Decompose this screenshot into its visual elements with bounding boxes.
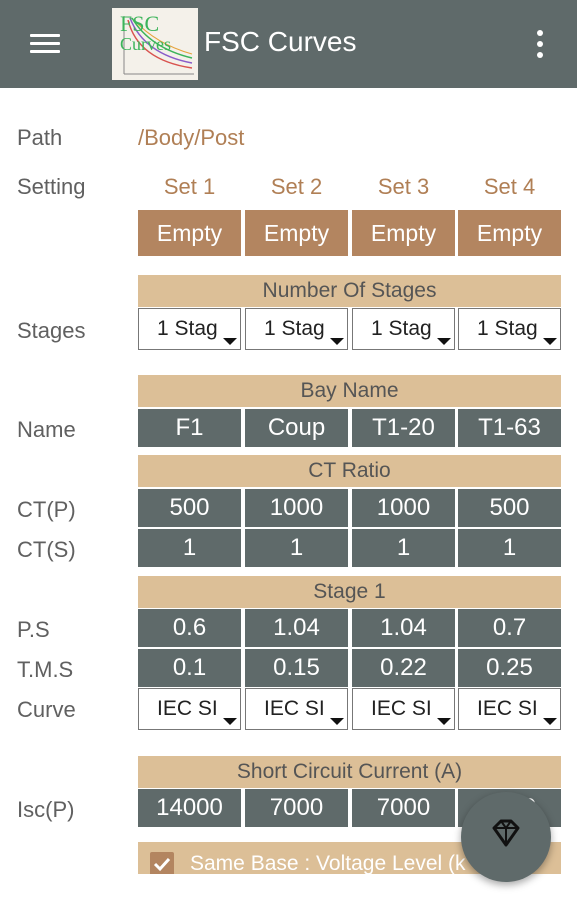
- bay-name-cell-4[interactable]: T1-63: [458, 409, 561, 447]
- dropdown-arrow-icon: [330, 718, 344, 725]
- ct-p-cell-2[interactable]: 1000: [245, 489, 348, 527]
- curve-dropdown-1-value: IEC SI: [157, 697, 218, 720]
- dropdown-arrow-icon: [437, 338, 451, 345]
- stages-dropdown-1-value: 1 Stag: [157, 317, 218, 340]
- set-1-button[interactable]: Empty: [138, 210, 241, 256]
- set-3-button[interactable]: Empty: [352, 210, 455, 256]
- tms-cell-3[interactable]: 0.22: [352, 649, 455, 687]
- curve-dropdown-3-value: IEC SI: [371, 697, 432, 720]
- ct-ratio-section-header: CT Ratio: [138, 455, 561, 487]
- stages-section-header: Number Of Stages: [138, 275, 561, 307]
- curve-dropdown-4-value: IEC SI: [477, 697, 538, 720]
- ps-cell-3[interactable]: 1.04: [352, 609, 455, 647]
- ct-s-label: CT(S): [17, 537, 76, 562]
- ct-s-cell-2[interactable]: 1: [245, 529, 348, 567]
- ct-p-label: CT(P): [17, 497, 76, 522]
- curve-dropdown-3[interactable]: IEC SI: [352, 688, 455, 730]
- stages-dropdown-4-value: 1 Stag: [477, 317, 538, 340]
- set-2-button[interactable]: Empty: [245, 210, 348, 256]
- dropdown-arrow-icon: [543, 338, 557, 345]
- bay-name-section-header: Bay Name: [138, 375, 561, 407]
- bay-name-cell-3[interactable]: T1-20: [352, 409, 455, 447]
- ps-cell-1[interactable]: 0.6: [138, 609, 241, 647]
- stages-dropdown-1[interactable]: 1 Stag: [138, 308, 241, 350]
- ct-p-cell-3[interactable]: 1000: [352, 489, 455, 527]
- app-title: FSC Curves: [204, 26, 357, 57]
- curve-dropdown-2[interactable]: IEC SI: [245, 688, 348, 730]
- check-icon: [153, 857, 171, 872]
- set-3-header: Set 3: [377, 174, 430, 199]
- ct-p-cell-4[interactable]: 500: [458, 489, 561, 527]
- name-label: Name: [17, 417, 76, 442]
- more-vert-icon[interactable]: [530, 28, 550, 60]
- set-4-header: Set 4: [483, 174, 536, 199]
- dropdown-arrow-icon: [223, 338, 237, 345]
- isc-cell-2[interactable]: 7000: [245, 789, 348, 827]
- curve-dropdown-1[interactable]: IEC SI: [138, 688, 241, 730]
- dropdown-arrow-icon: [223, 718, 237, 725]
- dropdown-arrow-icon: [330, 338, 344, 345]
- isc-section-header: Short Circuit Current (A): [138, 756, 561, 788]
- curve-dropdown-2-value: IEC SI: [264, 697, 325, 720]
- tms-label: T.M.S: [17, 657, 74, 682]
- isc-p-label: Isc(P): [17, 797, 75, 822]
- curve-dropdown-4[interactable]: IEC SI: [458, 688, 561, 730]
- isc-cell-3[interactable]: 7000: [352, 789, 455, 827]
- stage-1-section-header: Stage 1: [138, 576, 561, 608]
- diamond-icon: [492, 819, 520, 847]
- path-value: /Body/Post: [138, 125, 245, 150]
- dropdown-arrow-icon: [437, 718, 451, 725]
- app-logo: FSC Curves: [112, 8, 198, 80]
- ct-s-cell-1[interactable]: 1: [138, 529, 241, 567]
- path-label: Path: [17, 125, 63, 150]
- stages-dropdown-4[interactable]: 1 Stag: [458, 308, 561, 350]
- ct-p-cell-1[interactable]: 500: [138, 489, 241, 527]
- set-2-header: Set 2: [270, 174, 323, 199]
- stages-dropdown-2-value: 1 Stag: [264, 317, 325, 340]
- set-1-header: Set 1: [163, 174, 216, 199]
- stages-dropdown-3-value: 1 Stag: [371, 317, 432, 340]
- diamond-fab-button[interactable]: [461, 792, 551, 882]
- ct-s-cell-4[interactable]: 1: [458, 529, 561, 567]
- stages-dropdown-2[interactable]: 1 Stag: [245, 308, 348, 350]
- ps-cell-2[interactable]: 1.04: [245, 609, 348, 647]
- ct-s-cell-3[interactable]: 1: [352, 529, 455, 567]
- logo-text-fsc: FSC: [120, 11, 160, 36]
- ps-label: P.S: [17, 617, 50, 642]
- setting-label: Setting: [17, 174, 86, 199]
- isc-cell-1[interactable]: 14000: [138, 789, 241, 827]
- ps-cell-4[interactable]: 0.7: [458, 609, 561, 647]
- app-bar: FSC Curves FSC Curves: [0, 0, 577, 88]
- set-4-button[interactable]: Empty: [458, 210, 561, 256]
- stages-label: Stages: [17, 318, 86, 343]
- dropdown-arrow-icon: [543, 718, 557, 725]
- stages-dropdown-3[interactable]: 1 Stag: [352, 308, 455, 350]
- tms-cell-4[interactable]: 0.25: [458, 649, 561, 687]
- same-base-label: Same Base : Voltage Level (k: [190, 852, 466, 874]
- tms-cell-1[interactable]: 0.1: [138, 649, 241, 687]
- same-base-checkbox[interactable]: [150, 852, 174, 874]
- bay-name-cell-2[interactable]: Coup: [245, 409, 348, 447]
- tms-cell-2[interactable]: 0.15: [245, 649, 348, 687]
- bay-name-cell-1[interactable]: F1: [138, 409, 241, 447]
- logo-text-curves: Curves: [120, 34, 171, 54]
- hamburger-menu-icon[interactable]: [28, 30, 62, 58]
- curve-label: Curve: [17, 697, 76, 722]
